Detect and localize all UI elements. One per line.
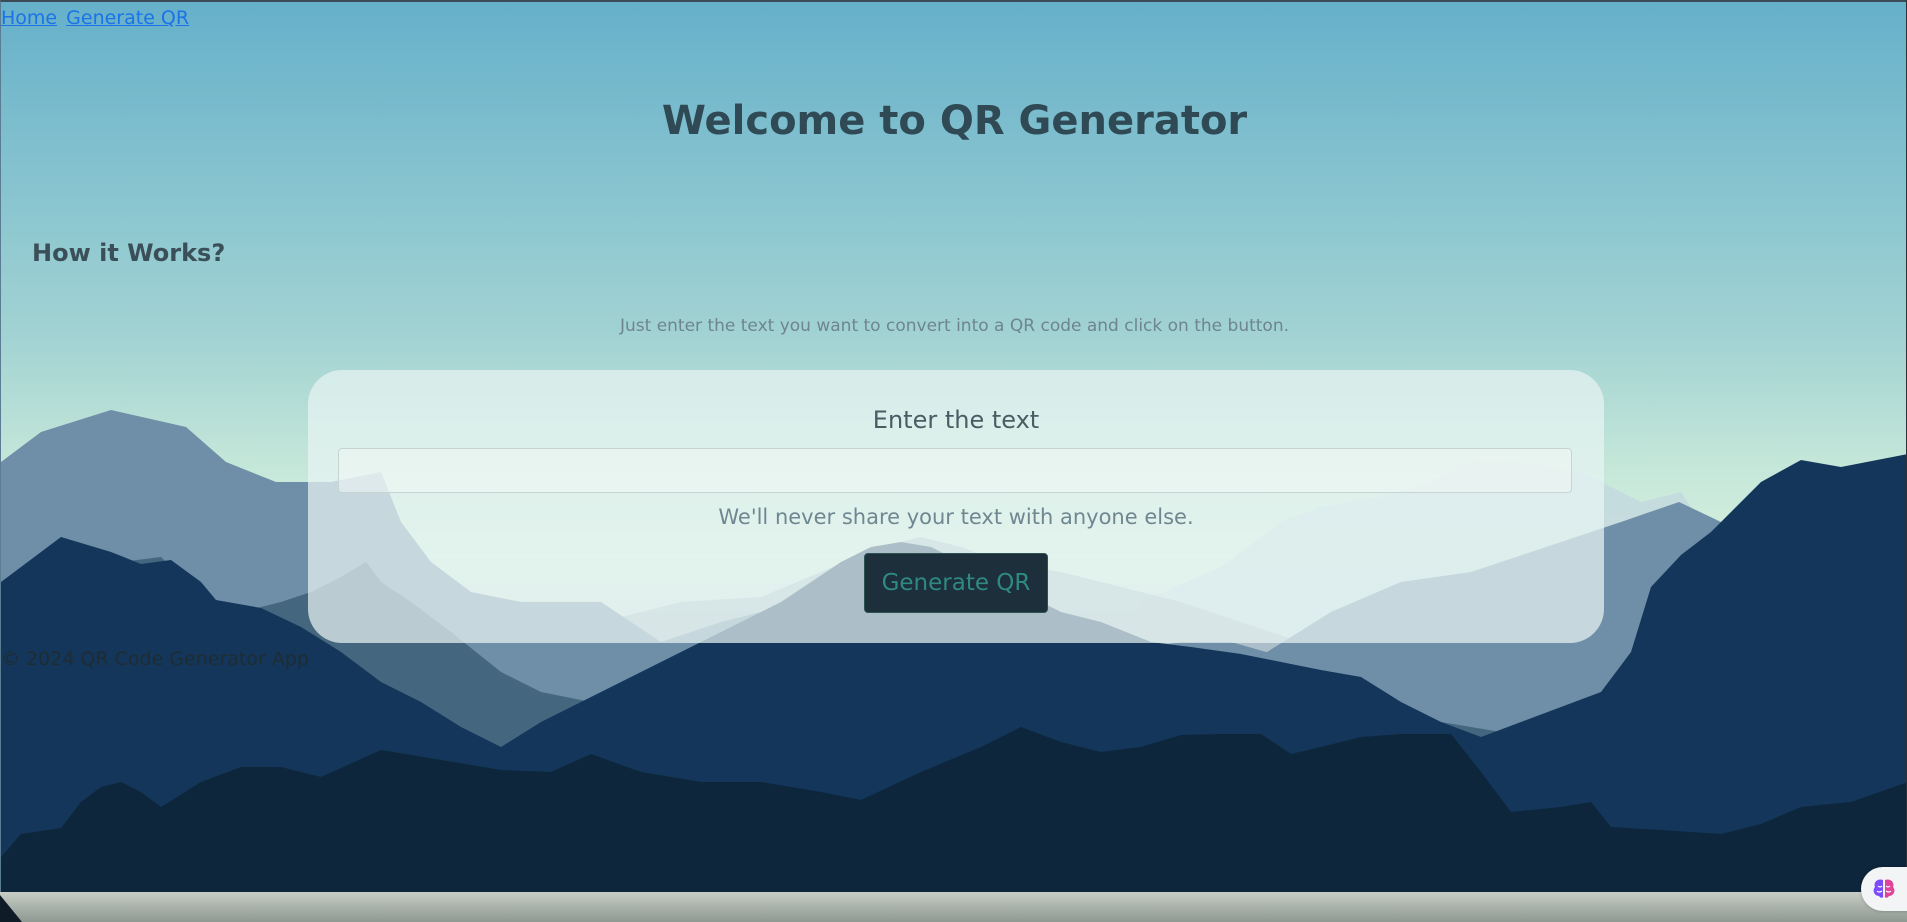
footer-copyright: © 2024 QR Code Generator App <box>1 648 309 670</box>
page-background: Home Generate QR Welcome to QR Generator… <box>0 0 1906 895</box>
text-field-label: Enter the text <box>872 406 1040 434</box>
instructions-text: Just enter the text you want to convert … <box>619 316 1290 336</box>
top-nav: Home Generate QR <box>1 7 192 29</box>
qr-form-card: Enter the text We'll never share your te… <box>308 370 1604 643</box>
nav-home-link[interactable]: Home <box>1 7 57 29</box>
nav-generate-qr-link[interactable]: Generate QR <box>66 7 189 29</box>
text-input[interactable] <box>338 448 1572 493</box>
window-corner <box>0 895 22 922</box>
privacy-help-text: We'll never share your text with anyone … <box>718 505 1194 529</box>
bottom-strip <box>0 892 1907 922</box>
how-it-works-heading: How it Works? <box>32 239 226 267</box>
assistant-button[interactable] <box>1861 867 1907 911</box>
page-title: Welcome to QR Generator <box>661 98 1248 144</box>
generate-qr-button[interactable]: Generate QR <box>864 553 1048 613</box>
brain-icon <box>1873 879 1895 898</box>
